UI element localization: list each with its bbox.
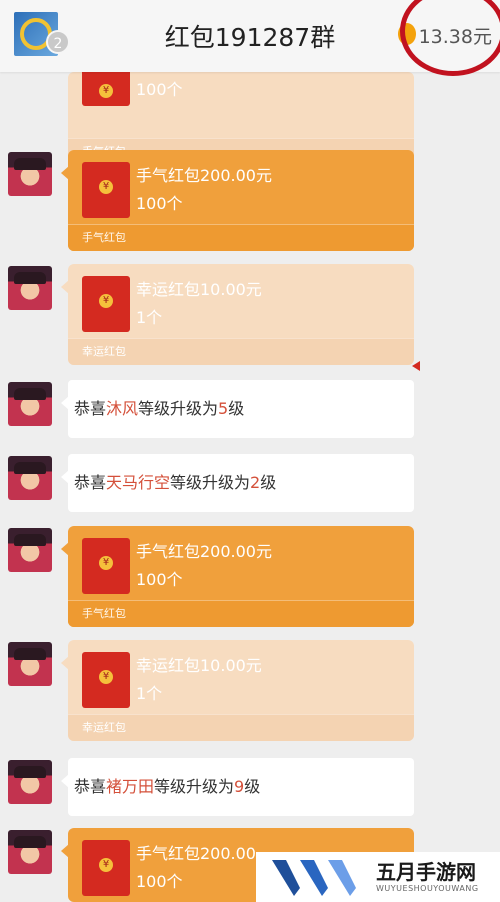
message-username: 天马行空 [106, 473, 171, 492]
red-envelope-icon [82, 276, 130, 332]
packet-footer: 手气红包 [68, 600, 414, 627]
red-envelope-icon [82, 538, 130, 594]
watermark-title: 五月手游网 [376, 860, 476, 884]
message-prefix: 恭喜 [74, 473, 107, 492]
message-middle: 等级升级为 [138, 399, 219, 418]
group-level-badge: 2 [46, 30, 70, 54]
message-level: 2 [250, 473, 261, 492]
message-suffix: 级 [260, 473, 277, 492]
system-message: 恭喜沐风等级升级为5级 [68, 380, 414, 438]
message-suffix: 级 [228, 399, 245, 418]
packet-count: 100个 [136, 872, 183, 891]
red-packet-card[interactable]: 幸运红包10.00元 1个 幸运红包 [68, 264, 414, 365]
packet-footer: 手气红包 [68, 224, 414, 251]
message-middle: 等级升级为 [170, 473, 251, 492]
red-packet-card[interactable]: 手气红包200.00元 100个 手气红包 [68, 150, 414, 251]
packet-name: 幸运红包10.00元 [136, 280, 262, 299]
system-message: 恭喜天马行空等级升级为2级 [68, 454, 414, 512]
message-middle: 等级升级为 [154, 777, 235, 796]
red-envelope-icon [82, 840, 130, 896]
unread-marker [412, 361, 420, 371]
avatar[interactable] [8, 382, 52, 426]
avatar[interactable] [8, 642, 52, 686]
message-suffix: 级 [244, 777, 261, 796]
watermark-subtitle: WUYUESHOUYOUWANG [376, 884, 479, 893]
avatar[interactable] [8, 456, 52, 500]
message-prefix: 恭喜 [74, 777, 107, 796]
avatar[interactable] [8, 266, 52, 310]
packet-name: 幸运红包10.00元 [136, 656, 262, 675]
red-envelope-icon [82, 652, 130, 708]
packet-count: 100个 [136, 80, 183, 99]
red-envelope-icon [82, 162, 130, 218]
avatar[interactable] [8, 528, 52, 572]
avatar[interactable] [8, 830, 52, 874]
message-username: 褚万田 [106, 777, 155, 796]
red-packet-card[interactable]: 幸运红包10.00元 1个 幸运红包 [68, 640, 414, 741]
packet-count: 1个 [136, 308, 163, 327]
message-prefix: 恭喜 [74, 399, 107, 418]
packet-footer: 幸运红包 [68, 338, 414, 365]
packet-count: 100个 [136, 570, 183, 589]
packet-count: 1个 [136, 684, 163, 703]
red-packet-card[interactable]: 手气红包200.00元 100个 手气红包 [68, 526, 414, 627]
message-username: 沐风 [106, 399, 139, 418]
packet-footer: 幸运红包 [68, 714, 414, 741]
packet-count: 100个 [136, 194, 183, 213]
packet-name: 手气红包200.00元 [136, 166, 272, 185]
avatar[interactable] [8, 152, 52, 196]
packet-name: 手气红包200.00 [136, 844, 256, 863]
avatar[interactable] [8, 760, 52, 804]
site-watermark: 五月手游网 WUYUESHOUYOUWANG [256, 852, 500, 902]
packet-name: 手气红包200.00元 [136, 542, 272, 561]
red-envelope-icon [82, 72, 130, 106]
system-message: 恭喜褚万田等级升级为9级 [68, 758, 414, 816]
message-level: 5 [218, 399, 229, 418]
message-level: 9 [234, 777, 245, 796]
chat-title: 红包191287群 [164, 23, 336, 52]
watermark-logo-icon [272, 860, 356, 896]
